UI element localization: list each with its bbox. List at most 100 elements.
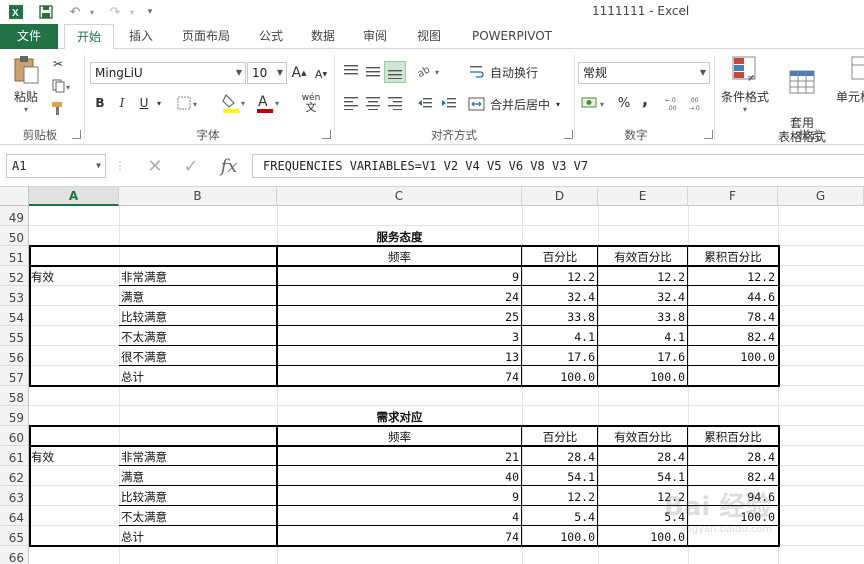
tab-view[interactable]: 视图 <box>404 24 454 49</box>
underline-button[interactable]: U <box>136 93 152 113</box>
column-header-c[interactable]: C <box>277 187 522 206</box>
cancel-icon[interactable]: ✕ <box>142 155 168 177</box>
header-frequency[interactable]: 频率 <box>277 246 522 266</box>
cell-valid-percent[interactable]: 17.6 <box>598 346 688 366</box>
undo-dropdown-icon[interactable]: ▾ <box>86 2 98 22</box>
number-launcher-icon[interactable] <box>704 130 713 139</box>
row-label[interactable]: 非常满意 <box>119 266 277 286</box>
cell-frequency[interactable]: 24 <box>277 286 522 306</box>
row-header-52[interactable]: 52 <box>0 266 29 286</box>
row-header-56[interactable]: 56 <box>0 346 29 366</box>
cell-cumulative-percent[interactable]: 44.6 <box>688 286 778 306</box>
conditional-dropdown-icon[interactable]: ▾ <box>718 105 772 114</box>
header-percent[interactable]: 百分比 <box>522 246 598 266</box>
column-header-b[interactable]: B <box>119 187 277 206</box>
insert-function-button[interactable]: fx <box>214 153 244 179</box>
row-label[interactable]: 总计 <box>119 526 277 546</box>
tab-formulas[interactable]: 公式 <box>248 24 294 49</box>
row-label[interactable]: 满意 <box>119 286 277 306</box>
cell-frequency[interactable]: 21 <box>277 446 522 466</box>
borders-icon[interactable]: ▾ <box>176 93 202 113</box>
tab-review[interactable]: 审阅 <box>352 24 398 49</box>
font-name-combo[interactable]: MingLiU ▼ <box>90 62 246 84</box>
cell-percent[interactable]: 28.4 <box>522 446 598 466</box>
wrap-text-button[interactable]: 自动换行 <box>468 61 568 83</box>
name-box[interactable]: A1 ▼ <box>6 154 106 178</box>
cell-frequency[interactable]: 74 <box>277 526 522 546</box>
row-header-51[interactable]: 51 <box>0 246 29 266</box>
row-header-61[interactable]: 61 <box>0 446 29 466</box>
redo-icon[interactable]: ↷ <box>104 2 126 22</box>
cell-valid-percent[interactable]: 28.4 <box>598 446 688 466</box>
group-label[interactable]: 有效 <box>29 446 119 466</box>
cell-cumulative-percent[interactable]: 78.4 <box>688 306 778 326</box>
shrink-font-button[interactable]: A ▼ <box>312 65 330 83</box>
cell-cumulative-percent[interactable]: 82.4 <box>688 326 778 346</box>
cell-frequency[interactable]: 9 <box>277 266 522 286</box>
align-bottom-icon[interactable] <box>384 61 406 83</box>
row-header-65[interactable]: 65 <box>0 526 29 546</box>
cell-frequency[interactable]: 9 <box>277 486 522 506</box>
header-frequency[interactable]: 频率 <box>277 426 522 446</box>
header-percent[interactable]: 百分比 <box>522 426 598 446</box>
cell-valid-percent[interactable]: 32.4 <box>598 286 688 306</box>
row-header-60[interactable]: 60 <box>0 426 29 446</box>
grow-font-button[interactable]: A ▲ <box>290 63 308 83</box>
cell-valid-percent[interactable]: 54.1 <box>598 466 688 486</box>
tab-insert[interactable]: 插入 <box>118 24 164 49</box>
align-right-icon[interactable] <box>384 93 406 113</box>
save-icon[interactable] <box>34 2 58 22</box>
cell-percent[interactable]: 33.8 <box>522 306 598 326</box>
table-title[interactable]: 服务态度 <box>277 226 522 246</box>
chevron-down-icon[interactable]: ▼ <box>96 155 101 177</box>
cell-percent[interactable]: 100.0 <box>522 366 598 386</box>
cell-frequency[interactable]: 25 <box>277 306 522 326</box>
more-options-icon[interactable]: ⋮ <box>115 157 125 175</box>
underline-dropdown-icon[interactable]: ▾ <box>154 93 164 113</box>
paste-dropdown-icon[interactable]: ▾ <box>6 105 46 114</box>
paste-button[interactable]: 粘贴 ▾ <box>6 55 46 114</box>
cell-cumulative-percent[interactable] <box>688 366 778 386</box>
header-valid-percent[interactable]: 有效百分比 <box>598 426 688 446</box>
header-valid-percent[interactable]: 有效百分比 <box>598 246 688 266</box>
group-label[interactable]: 有效 <box>29 266 119 286</box>
row-label[interactable]: 很不满意 <box>119 346 277 366</box>
align-center-icon[interactable] <box>362 93 384 113</box>
formula-input[interactable]: FREQUENCIES VARIABLES=V1 V2 V4 V5 V6 V8 … <box>252 154 864 178</box>
table-title[interactable]: 需求对应 <box>277 406 522 426</box>
cell-percent[interactable]: 4.1 <box>522 326 598 346</box>
cell-percent[interactable]: 17.6 <box>522 346 598 366</box>
comma-button[interactable]: , <box>638 89 652 109</box>
merge-dropdown-icon[interactable]: ▾ <box>556 100 560 109</box>
row-header-50[interactable]: 50 <box>0 226 29 246</box>
conditional-format-button[interactable]: ≠ 条件格式 ▾ <box>718 55 772 114</box>
cell-styles-button[interactable]: 单元格 <box>834 55 864 105</box>
bold-button[interactable]: B <box>92 93 108 113</box>
cell-cumulative-percent[interactable]: 100.0 <box>688 346 778 366</box>
font-size-combo[interactable]: 10 ▼ <box>247 62 287 84</box>
row-header-59[interactable]: 59 <box>0 406 29 426</box>
accounting-format-icon[interactable]: ▾ <box>580 93 610 113</box>
align-top-icon[interactable] <box>340 61 362 81</box>
phonetic-guide-button[interactable]: wén 文 <box>296 91 326 115</box>
row-header-49[interactable]: 49 <box>0 206 29 226</box>
column-header-f[interactable]: F <box>688 187 778 206</box>
cell-valid-percent[interactable]: 33.8 <box>598 306 688 326</box>
align-left-icon[interactable] <box>340 93 362 113</box>
format-painter-icon[interactable] <box>48 99 68 117</box>
row-label[interactable]: 比较满意 <box>119 306 277 326</box>
row-header-58[interactable]: 58 <box>0 386 29 406</box>
enter-icon[interactable]: ✓ <box>178 155 204 177</box>
select-all-corner[interactable] <box>0 187 29 206</box>
cell-frequency[interactable]: 13 <box>277 346 522 366</box>
font-launcher-icon[interactable] <box>322 130 331 139</box>
cell-valid-percent[interactable]: 100.0 <box>598 526 688 546</box>
row-header-55[interactable]: 55 <box>0 326 29 346</box>
increase-decimal-icon[interactable]: ←.0.00 <box>664 93 686 113</box>
cell-valid-percent[interactable]: 4.1 <box>598 326 688 346</box>
customize-qat-icon[interactable]: ▾ <box>142 2 158 22</box>
row-header-63[interactable]: 63 <box>0 486 29 506</box>
align-middle-icon[interactable] <box>362 61 384 81</box>
redo-dropdown-icon[interactable]: ▾ <box>126 2 138 22</box>
tab-file[interactable]: 文件 <box>0 24 58 49</box>
